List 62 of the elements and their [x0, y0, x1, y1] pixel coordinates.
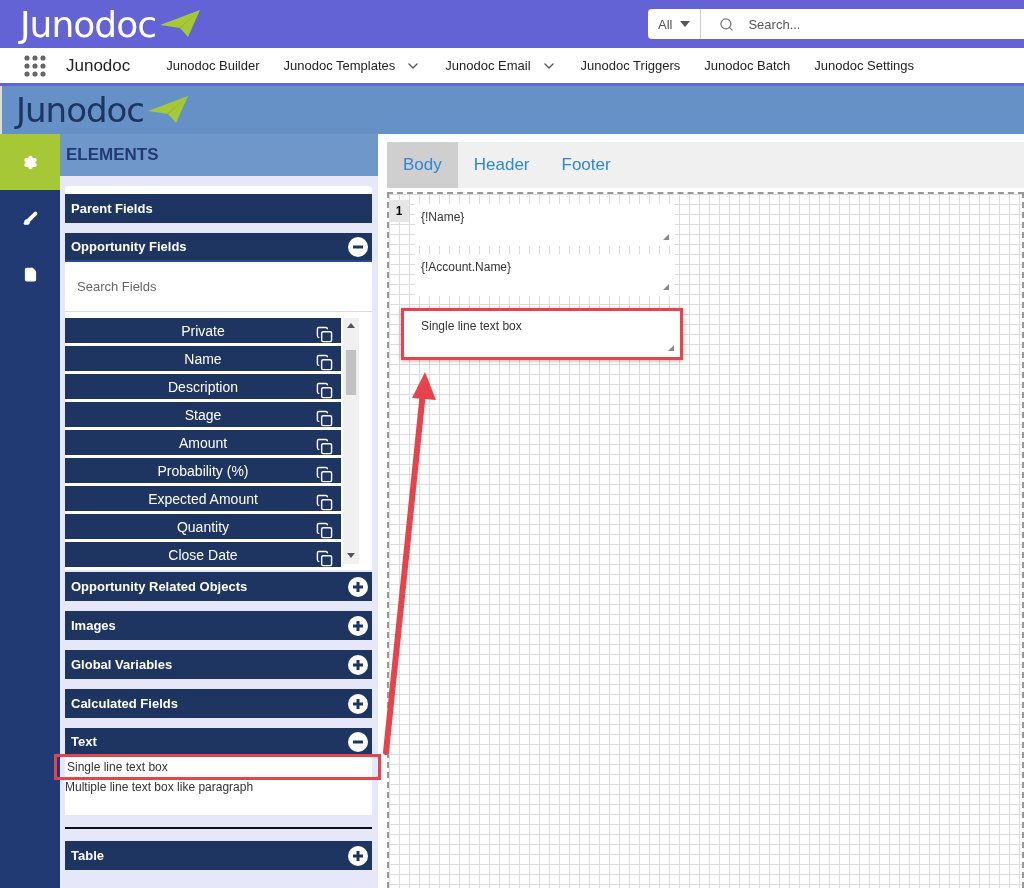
nav-item[interactable]: Junodoc Templates: [283, 57, 422, 74]
copy-icon[interactable]: [316, 494, 333, 511]
copy-icon[interactable]: [316, 522, 333, 539]
copy-icon[interactable]: [316, 382, 333, 399]
minus-circle-icon[interactable]: [348, 731, 368, 752]
paper-plane-icon: [146, 95, 190, 125]
app-launcher-icon[interactable]: [24, 54, 46, 77]
text-element-item[interactable]: Multiple line text box like paragraph: [63, 777, 372, 797]
search-icon: [719, 16, 735, 32]
gear-icon: [22, 154, 38, 170]
junodoc-logo: Junodoc: [16, 90, 190, 130]
section-header[interactable]: Global Variables: [65, 650, 372, 679]
panel-title: ELEMENTS: [60, 134, 378, 176]
plus-circle-icon[interactable]: [348, 693, 368, 714]
field-item[interactable]: Close Date: [65, 542, 341, 567]
nav-item[interactable]: Junodoc Email: [445, 57, 557, 74]
plus-circle-icon[interactable]: [348, 576, 368, 597]
field-item[interactable]: Amount: [65, 430, 341, 455]
copy-icon[interactable]: [316, 550, 333, 567]
section-header[interactable]: Calculated Fields: [65, 689, 372, 718]
plus-circle-icon[interactable]: [348, 845, 368, 866]
field-item[interactable]: Private: [65, 318, 341, 343]
field-item[interactable]: Quantity: [65, 514, 341, 539]
minus-circle-icon[interactable]: [348, 236, 368, 257]
section-header[interactable]: Table: [65, 841, 372, 870]
search-field[interactable]: Search...: [701, 9, 1024, 39]
nav-item[interactable]: Junodoc Settings: [814, 58, 915, 73]
search-fields-input[interactable]: Search Fields: [65, 262, 372, 312]
copy-icon[interactable]: [316, 438, 333, 455]
scrollbar[interactable]: [343, 318, 359, 564]
resize-handle-icon[interactable]: [663, 284, 669, 290]
caret-icon: [680, 21, 691, 27]
text-box[interactable]: Single line text box: [401, 308, 683, 360]
field-item[interactable]: Expected Amount: [65, 486, 341, 511]
section-header[interactable]: Parent Fields: [65, 194, 372, 223]
nav-item[interactable]: Junodoc Batch: [704, 58, 791, 73]
section-header[interactable]: Opportunity Fields: [65, 233, 372, 262]
section-header[interactable]: Opportunity Related Objects: [65, 572, 372, 601]
page-number: 1: [389, 200, 409, 222]
resize-handle-icon[interactable]: [663, 234, 669, 240]
copy-icon[interactable]: [316, 354, 333, 371]
copy-icon[interactable]: [316, 466, 333, 483]
section-header[interactable]: Images: [65, 611, 372, 640]
text-element-item[interactable]: Single line text box: [57, 757, 378, 777]
field-item[interactable]: Description: [65, 374, 341, 399]
plus-circle-icon[interactable]: [348, 654, 368, 675]
junodoc-logo: Junodoc: [20, 3, 202, 45]
app-name: Junodoc: [66, 55, 131, 76]
text-box[interactable]: {!Name}: [415, 204, 675, 246]
nav-item[interactable]: Junodoc Builder: [166, 58, 260, 73]
field-item[interactable]: Stage: [65, 402, 341, 427]
text-box[interactable]: {!Account.Name}: [415, 254, 675, 296]
brush-icon: [22, 210, 38, 226]
file-icon: [22, 266, 38, 282]
field-item[interactable]: Probability (%): [65, 458, 341, 483]
search-scope-dropdown[interactable]: All: [648, 9, 702, 39]
resize-handle-icon[interactable]: [668, 345, 674, 351]
nav-item[interactable]: Junodoc Triggers: [580, 58, 681, 73]
copy-icon[interactable]: [316, 410, 333, 427]
field-item[interactable]: Name: [65, 346, 341, 371]
copy-icon[interactable]: [316, 326, 333, 343]
plus-circle-icon[interactable]: [348, 615, 368, 636]
